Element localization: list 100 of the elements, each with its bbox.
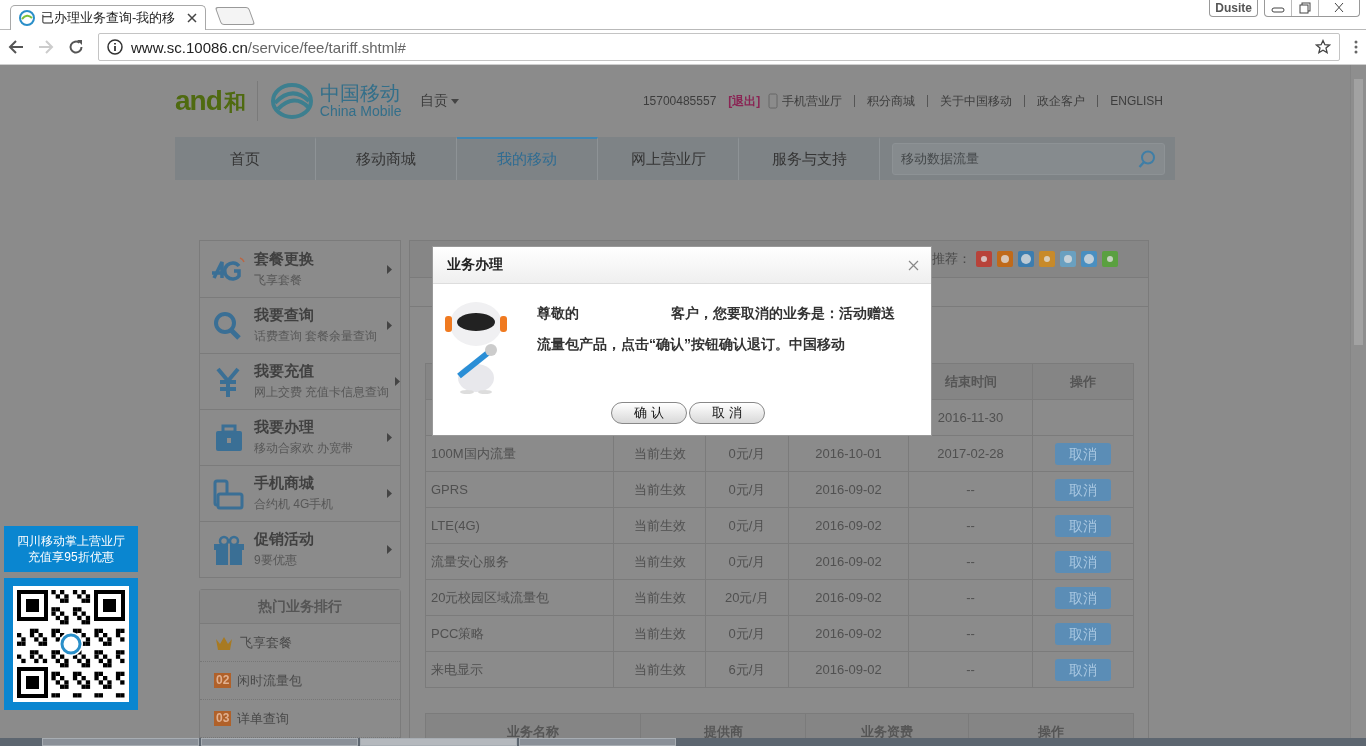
table-cell: -- xyxy=(908,579,1033,616)
nav-tab[interactable]: 服务与支持 xyxy=(739,137,880,180)
promo-banner[interactable]: 四川移动掌上营业厅 充值享95折优惠 xyxy=(4,526,138,572)
cancel-button[interactable]: 取消 xyxy=(1055,478,1111,501)
url-text: www.sc.10086.cn xyxy=(131,38,248,56)
cancel-button[interactable]: 取消 xyxy=(1055,622,1111,645)
table-cell: -- xyxy=(908,507,1033,544)
china-mobile-logo-icon xyxy=(19,10,35,26)
table-cell: -- xyxy=(908,651,1033,688)
caret-icon xyxy=(387,264,392,274)
brand-name: China Mobile xyxy=(319,104,402,120)
nav-tab[interactable]: 移动商城 xyxy=(316,137,457,180)
phone-number: 15700485557 xyxy=(641,94,718,108)
table-cell: GPRS xyxy=(425,471,614,508)
rank-badge: 03 xyxy=(214,711,232,726)
star-icon[interactable] xyxy=(1315,39,1331,55)
info-icon xyxy=(107,39,123,55)
caret-icon xyxy=(387,321,392,330)
brand-name: 中国移动 xyxy=(319,82,401,105)
caret-icon xyxy=(395,377,401,386)
url-text: /service/fee/tariff.shtml# xyxy=(247,38,406,56)
table-cell: -- xyxy=(908,615,1033,652)
dialog-button[interactable]: 取 消 xyxy=(689,402,765,424)
table-cell: 当前生效 xyxy=(613,543,706,580)
menu-title: 我要查询 xyxy=(254,306,315,325)
table-cell: -- xyxy=(908,471,1033,508)
header-link[interactable]: 政企客户 xyxy=(1037,94,1086,108)
table-cell: 20元/月 xyxy=(705,579,789,616)
table-cell: 来电显示 xyxy=(425,651,614,688)
table-cell: 2016-09-02 xyxy=(788,507,909,544)
table-cell: LTE(4G) xyxy=(425,507,614,544)
table-cell: 0元/月 xyxy=(705,615,789,652)
table-cell: 0元/月 xyxy=(705,471,789,508)
app-icon[interactable] xyxy=(1060,251,1076,267)
cancel-button[interactable]: 取消 xyxy=(1055,442,1111,465)
dialog-title: 业务办理 xyxy=(447,256,503,274)
menu-icon[interactable] xyxy=(1354,39,1358,55)
mobile-phone-icon xyxy=(768,93,779,109)
header-link[interactable]: 手机营业厅 xyxy=(782,92,843,110)
cancel-button[interactable]: 取消 xyxy=(1055,550,1111,573)
close-icon[interactable] xyxy=(187,13,197,23)
nav-tab[interactable]: 首页 xyxy=(175,137,316,180)
rank-badge: 02 xyxy=(214,673,232,688)
caret-icon xyxy=(450,98,459,104)
app-icon[interactable] xyxy=(976,251,992,267)
app-icon[interactable] xyxy=(1102,251,1118,267)
browser-tab[interactable]: 已办理业务查询-我的移 xyxy=(10,5,206,30)
user-badge: Dusite xyxy=(1209,0,1258,17)
taskbar-button[interactable] xyxy=(201,738,358,746)
new-tab-button[interactable] xyxy=(214,7,256,25)
table-cell: 当前生效 xyxy=(613,615,706,652)
recommend-label: 推荐： xyxy=(932,250,971,268)
table-cell: 当前生效 xyxy=(613,651,706,688)
app-icon[interactable] xyxy=(1081,251,1097,267)
cancel-button[interactable]: 取消 xyxy=(1055,514,1111,537)
ranking-link[interactable]: 飞享套餐 xyxy=(240,633,292,652)
forward-icon[interactable] xyxy=(38,39,54,55)
nav-tab[interactable]: 网上营业厅 xyxy=(598,137,739,180)
table-cell: 2016-09-02 xyxy=(788,543,909,580)
taskbar-button[interactable] xyxy=(519,738,676,746)
header-link[interactable]: 积分商城 xyxy=(867,94,916,108)
table-cell: 6元/月 xyxy=(705,651,789,688)
ranking-link[interactable]: 闲时流量包 xyxy=(237,671,303,690)
dialog-button[interactable]: 确 认 xyxy=(611,402,687,424)
city-selector[interactable]: 自贡 xyxy=(419,92,459,110)
cancel-button[interactable]: 取消 xyxy=(1055,658,1111,681)
table-cell: 当前生效 xyxy=(613,579,706,616)
app-icon[interactable] xyxy=(1039,251,1055,267)
promo-text: 充值享95折优惠 xyxy=(28,549,114,565)
menu-title: 手机商城 xyxy=(254,474,315,493)
china-mobile-logo-icon xyxy=(269,81,314,121)
cancel-button[interactable]: 取消 xyxy=(1055,586,1111,609)
logout-link[interactable]: [退出] xyxy=(728,92,769,110)
header-link[interactable]: ENGLISH xyxy=(1110,94,1163,108)
table-cell: 2016-09-02 xyxy=(788,579,909,616)
and-logo: and和 xyxy=(175,84,245,118)
promo-text: 四川移动掌上营业厅 xyxy=(17,533,125,549)
search-field[interactable]: 移动数据流量 xyxy=(892,142,1165,175)
table-cell: 2016-09-02 xyxy=(788,651,909,688)
caret-icon xyxy=(387,433,392,442)
header-link[interactable]: 关于中国移动 xyxy=(940,94,1013,108)
table-cell: -- xyxy=(908,543,1033,580)
caret-icon xyxy=(387,545,392,554)
ranking-link[interactable]: 详单查询 xyxy=(237,709,290,728)
taskbar-button[interactable] xyxy=(42,738,199,746)
back-icon[interactable] xyxy=(8,39,24,55)
table-cell: 2016-09-02 xyxy=(788,615,909,652)
table-cell: 0元/月 xyxy=(705,543,789,580)
caret-icon xyxy=(387,489,392,498)
app-icon[interactable] xyxy=(997,251,1013,267)
table-cell: 当前生效 xyxy=(613,507,706,544)
address-bar[interactable]: www.sc.10086.cn/service/fee/tariff.shtml# xyxy=(98,33,1340,61)
app-icon[interactable] xyxy=(1018,251,1034,267)
table-cell: 当前生效 xyxy=(613,471,706,508)
menu-title: 我要办理 xyxy=(254,418,315,437)
table-cell: PCC策略 xyxy=(425,615,614,652)
menu-title: 套餐更换 xyxy=(254,249,315,269)
dialog-message: 尊敬的 客户，您要取消的业务是：活动赠送流量包产品，点击“确认”按钮确认退订。中国移动 xyxy=(537,304,896,354)
menu-title: 促销活动 xyxy=(254,530,315,549)
reload-icon[interactable] xyxy=(68,39,84,55)
